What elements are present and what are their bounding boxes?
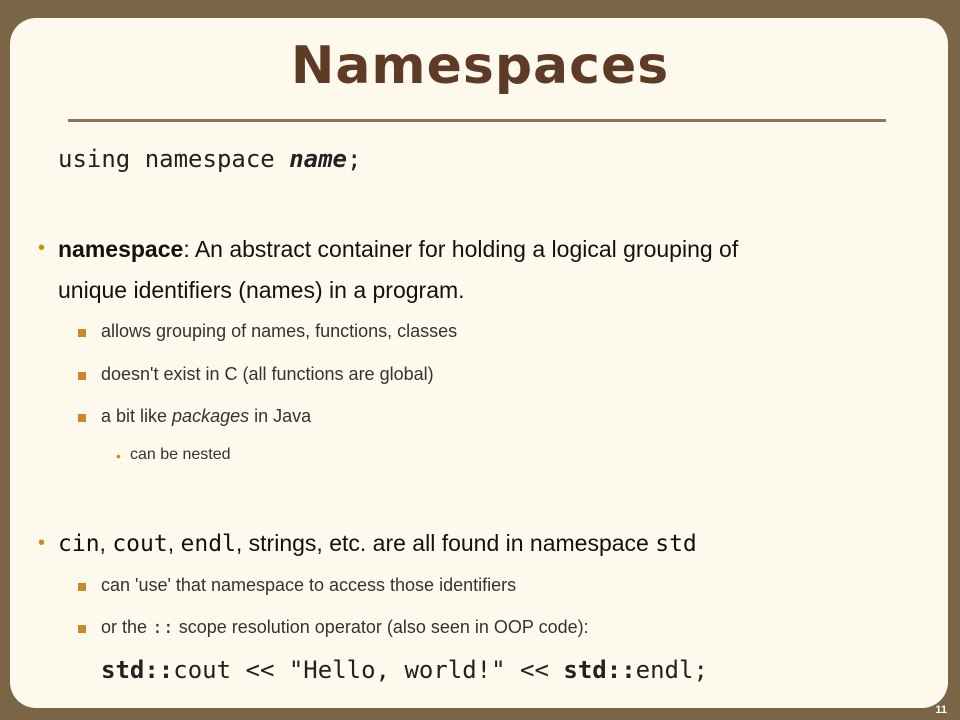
bullet2-sub1: can 'use' that namespace to access those… — [101, 575, 517, 595]
bullet1-text: : An abstract container for holding a lo… — [183, 236, 739, 262]
square-bullet-icon — [78, 625, 86, 633]
bullet2-sub2-post: scope resolution operator (also seen in … — [173, 617, 589, 637]
bullet1-sub1: allows grouping of names, functions, cla… — [101, 321, 458, 341]
bullet1-sub3-em: packages — [172, 406, 250, 426]
code-end: endl; — [635, 656, 708, 684]
bullet1-term: namespace — [58, 236, 184, 262]
bullet2-code-cin: cin — [58, 531, 100, 557]
square-bullet-icon — [78, 583, 86, 591]
square-bullet-icon — [78, 414, 86, 422]
bullet2-code-cout: cout — [112, 531, 168, 557]
code-example: std::cout << "Hello, world!" << std::end… — [101, 656, 708, 684]
bullet2-sub2-pre: or the — [101, 617, 153, 637]
bullet1-sub3-post: in Java — [249, 406, 312, 426]
bullet-icon: • — [38, 237, 46, 259]
bullet1-sub3: a bit like packages in Java — [101, 406, 311, 427]
bullet1-line1: namespace: An abstract container for hol… — [58, 236, 738, 263]
slide-number: 11 — [935, 704, 947, 716]
bullet1-sub2: doesn't exist in C (all functions are gl… — [101, 364, 434, 384]
bullet-icon: • — [116, 448, 121, 464]
bullet2-sep1: , — [99, 530, 113, 556]
square-bullet-icon — [78, 372, 86, 380]
bullet2-code-std: std — [655, 531, 697, 557]
bullet1-line2: unique identifiers (names) in a program. — [58, 277, 465, 303]
slide-title: Namespaces — [290, 36, 670, 96]
syntax-keyword-using: using — [58, 145, 131, 173]
bullet2-sub2-code: :: — [152, 617, 174, 638]
bullet2-sub2: or the :: scope resolution operator (als… — [101, 617, 589, 638]
syntax-arg: name — [289, 145, 347, 173]
syntax-keyword-namespace: namespace — [144, 145, 275, 173]
bullet2-text: , strings, etc. are all found in namespa… — [235, 530, 656, 556]
bullet2-code-endl: endl — [180, 531, 236, 557]
square-bullet-icon — [78, 329, 86, 337]
code-std-prefix: std:: — [101, 656, 174, 684]
code-middle: cout << "Hello, world!" << — [173, 656, 564, 684]
bullet1-sub3-pre: a bit like — [101, 406, 173, 426]
bullet2-sep2: , — [167, 530, 181, 556]
syntax-line: using namespace name; — [58, 145, 361, 173]
code-std-prefix: std:: — [563, 656, 636, 684]
title-divider — [68, 119, 886, 122]
bullet1-subsub1: can be nested — [130, 446, 231, 463]
syntax-semicolon: ; — [347, 145, 362, 173]
bullet-icon: • — [38, 532, 46, 554]
bullet2-line1: cin, cout, endl, strings, etc. are all f… — [58, 530, 697, 557]
